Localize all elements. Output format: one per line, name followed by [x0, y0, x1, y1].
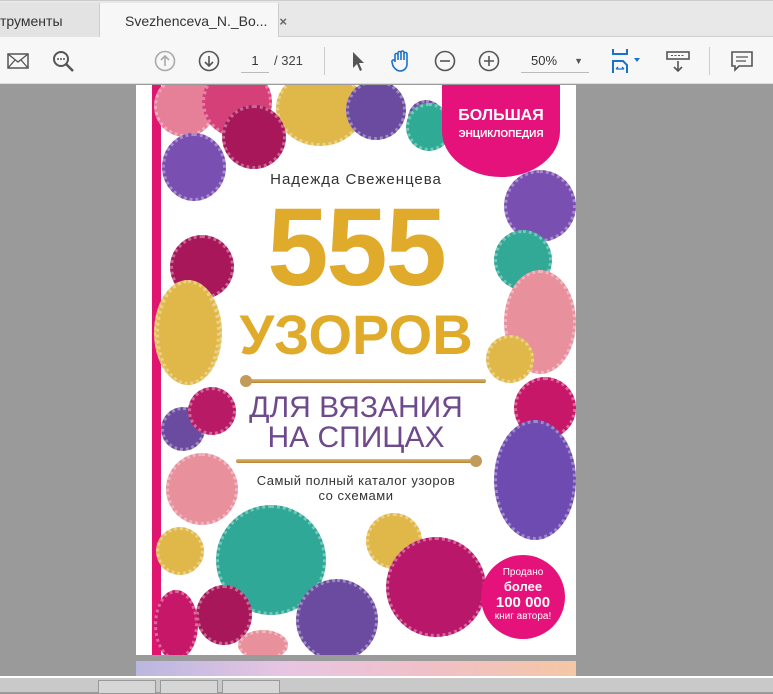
scroll-mode-icon[interactable] — [665, 48, 691, 74]
badge-text: ЭНЦИКЛОПЕДИЯ — [458, 129, 544, 140]
sales-badge: Продано более 100 000 книг автора! — [481, 555, 565, 639]
divider — [709, 47, 710, 75]
search-icon[interactable] — [50, 48, 76, 74]
cover-tagline: Самый полный каталог узоров — [256, 473, 456, 488]
sales-text: 100 000 — [495, 594, 551, 611]
tab-bar: трументы Svezhenceva_N._Bo... × — [0, 0, 773, 39]
tab-tools[interactable]: трументы — [0, 3, 100, 38]
zoom-select[interactable]: 50% ▼ — [521, 49, 589, 73]
needle-decoration — [240, 375, 252, 387]
zoom-in-icon[interactable] — [476, 48, 502, 74]
cover-number: 555 — [267, 186, 447, 309]
cover-title: УЗОРОВ — [239, 303, 473, 366]
needle-decoration — [246, 379, 486, 383]
close-icon[interactable]: × — [279, 14, 287, 29]
sales-text: книг автора! — [494, 611, 552, 622]
cover-tagline: со схемами — [318, 488, 394, 503]
pdf-page-cover: БОЛЬШАЯ ЭНЦИКЛОПЕДИЯ Надежда Свеженцева … — [136, 85, 576, 655]
next-page-icon[interactable] — [196, 48, 222, 74]
cover-subtitle: НА СПИЦАХ — [267, 421, 445, 454]
comment-icon[interactable] — [729, 48, 755, 74]
sales-text: Продано — [502, 567, 544, 578]
page-total: / 321 — [274, 53, 303, 68]
needle-decoration — [236, 459, 476, 463]
mail-icon[interactable] — [5, 48, 31, 74]
taskbar — [0, 676, 773, 694]
select-cursor-icon[interactable] — [345, 48, 371, 74]
knit-swatch-circle — [156, 527, 204, 575]
knit-swatch-circle — [238, 630, 288, 655]
sales-text: более — [503, 579, 543, 594]
encyclopedia-badge: БОЛЬШАЯ ЭНЦИКЛОПЕДИЯ — [442, 85, 560, 177]
page-number-input[interactable]: 1 — [241, 49, 269, 73]
zoom-value: 50% — [531, 53, 558, 68]
knit-swatch-circle — [386, 537, 486, 637]
pdf-page-2 — [136, 661, 576, 676]
divider — [324, 47, 325, 75]
badge-text: БОЛЬШАЯ — [458, 107, 544, 124]
needle-decoration — [470, 455, 482, 467]
knit-swatch-circle — [154, 590, 198, 655]
knit-swatch-circle — [346, 85, 406, 140]
tab-label: трументы — [0, 12, 63, 29]
zoom-out-icon[interactable] — [432, 48, 458, 74]
knit-swatch-circle — [222, 105, 286, 169]
chevron-down-icon: ▼ — [574, 56, 583, 66]
hand-tool-icon[interactable] — [388, 48, 414, 74]
tab-label: Svezhenceva_N._Bo... — [125, 13, 268, 29]
knit-swatch-circle — [162, 133, 226, 201]
fit-page-icon[interactable] — [610, 48, 644, 74]
toolbar: 1 / 321 50% ▼ — [0, 37, 773, 84]
previous-page-icon[interactable] — [152, 48, 178, 74]
cover-subtitle: ДЛЯ ВЯЗАНИЯ — [249, 391, 463, 424]
tab-document[interactable]: Svezhenceva_N._Bo... × — [100, 3, 287, 39]
knit-swatch-circle — [296, 579, 378, 655]
